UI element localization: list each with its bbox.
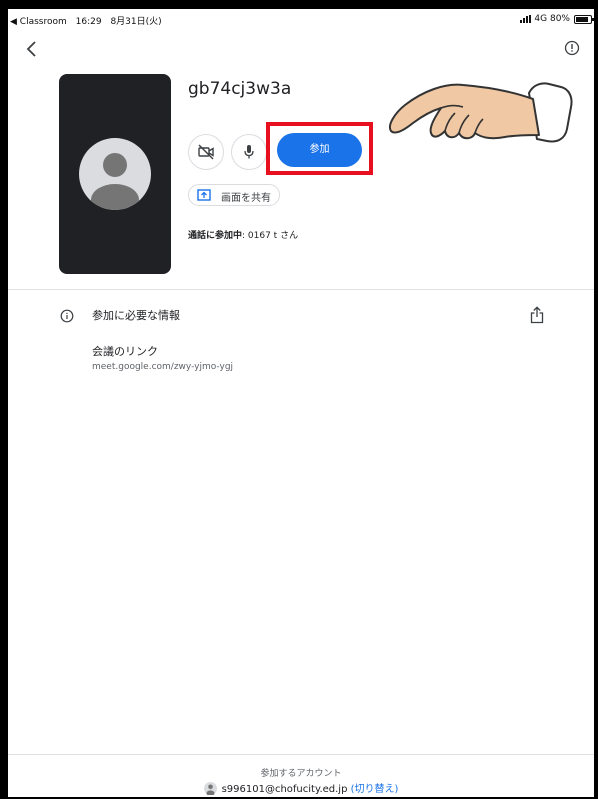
status-time: 16:29	[75, 17, 102, 27]
meeting-code: gb74cj3w3a	[188, 79, 292, 99]
joining-info-title: 参加に必要な情報	[92, 309, 180, 322]
back-arrow-icon[interactable]	[22, 39, 42, 59]
in-call-participants: : 0167 t さん	[242, 231, 299, 241]
pointing-hand-icon	[389, 82, 573, 143]
camera-toggle-button[interactable]	[188, 134, 224, 170]
camera-off-icon	[198, 144, 214, 160]
signal-icon	[520, 15, 532, 23]
account-avatar-icon	[203, 782, 217, 795]
in-call-prefix: 通話に参加中	[188, 231, 243, 241]
status-bar: ◀ Classroom 16:29 8月31日(火) 4G 80%	[8, 9, 594, 31]
battery-percent: 80%	[549, 14, 570, 24]
meeting-link-url[interactable]: meet.google.com/zwy-yjmo-ygj	[92, 362, 233, 372]
avatar	[79, 138, 151, 210]
join-highlight-box	[266, 122, 373, 175]
in-call-status: 通話に参加中: 0167 t さん	[188, 228, 298, 241]
present-screen-icon	[197, 189, 211, 201]
account-email: s996101@chofucity.ed.jp	[221, 784, 348, 795]
person-icon	[91, 153, 139, 210]
meeting-link-label: 会議のリンク	[92, 345, 158, 358]
status-right: 4G 80%	[520, 14, 594, 24]
microphone-toggle-button[interactable]	[231, 134, 267, 170]
self-preview-tile	[59, 74, 171, 274]
share-screen-label: 画面を共有	[221, 193, 271, 204]
screen: ◀ Classroom 16:29 8月31日(火) 4G 80% gb74cj…	[8, 9, 594, 797]
account-label: 参加するアカウント	[260, 769, 342, 779]
battery-icon	[574, 14, 594, 24]
back-to-app-link[interactable]: ◀ Classroom	[10, 17, 67, 27]
switch-account-link[interactable]: (切り替え)	[347, 784, 399, 795]
microphone-icon	[244, 145, 254, 159]
info-icon	[60, 309, 74, 323]
share-icon[interactable]	[530, 306, 544, 324]
share-screen-button[interactable]: 画面を共有	[188, 184, 280, 206]
status-date: 8月31日(火)	[110, 17, 162, 27]
network-type: 4G	[534, 14, 548, 24]
account-row: s996101@chofucity.ed.jp (切り替え)	[8, 780, 594, 795]
footer-divider	[8, 754, 594, 755]
report-issue-icon[interactable]	[564, 40, 580, 56]
status-left: ◀ Classroom 16:29 8月31日(火)	[10, 14, 168, 27]
section-divider	[8, 289, 594, 290]
